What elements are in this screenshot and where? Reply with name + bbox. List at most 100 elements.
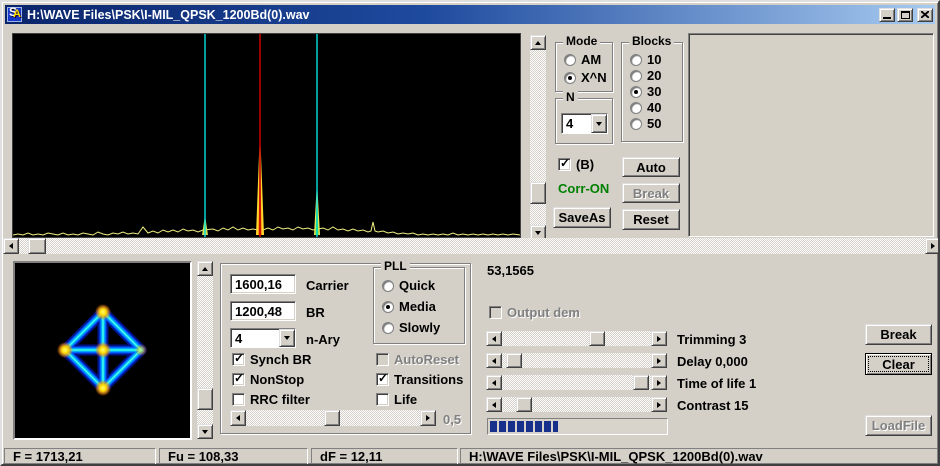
scroll-left-button[interactable] bbox=[3, 238, 19, 254]
clear-button[interactable]: Clear bbox=[865, 353, 932, 375]
scroll-up-button[interactable] bbox=[530, 35, 546, 50]
slider-thumb[interactable] bbox=[516, 397, 532, 412]
scroll-right-button[interactable] bbox=[925, 238, 938, 254]
checkbox-box[interactable]: ✓ bbox=[376, 393, 389, 406]
slider-track[interactable] bbox=[502, 353, 651, 368]
life-checkbox[interactable]: ✓ Life bbox=[376, 392, 417, 407]
scroll-up-button[interactable] bbox=[197, 261, 213, 276]
mode-group-label: Mode bbox=[563, 35, 601, 48]
scrollbar-thumb[interactable] bbox=[28, 238, 46, 254]
radio-icon[interactable] bbox=[564, 53, 576, 66]
radio-icon[interactable] bbox=[382, 279, 394, 292]
radio-icon[interactable] bbox=[630, 53, 642, 66]
auto-button[interactable]: Auto bbox=[622, 157, 680, 177]
slider-track[interactable] bbox=[502, 331, 651, 346]
status-bar: F = 1713,21 Fu = 108,33 dF = 12,11 H:\WA… bbox=[2, 445, 938, 464]
close-button[interactable] bbox=[917, 7, 933, 22]
slider-right-button[interactable] bbox=[651, 397, 667, 412]
radio-icon[interactable] bbox=[630, 69, 642, 82]
radio-icon[interactable] bbox=[630, 85, 642, 98]
slider-right-button[interactable] bbox=[651, 353, 667, 368]
transitions-checkbox[interactable]: ✓ Transitions bbox=[376, 371, 463, 387]
break-button[interactable]: Break bbox=[865, 324, 932, 345]
n-groupbox: N 4 bbox=[555, 91, 613, 144]
scrollbar-thumb[interactable] bbox=[197, 388, 213, 410]
checkbox-label: Output dem bbox=[507, 305, 580, 320]
slider-left-button[interactable] bbox=[486, 375, 502, 390]
checkbox-box[interactable]: ✓ bbox=[232, 393, 245, 406]
delay-slider[interactable] bbox=[486, 353, 667, 368]
checkbox-label: Synch BR bbox=[250, 352, 312, 367]
checkbox-box[interactable]: ✓ bbox=[232, 371, 245, 386]
pll-radio-quick[interactable]: Quick bbox=[382, 278, 435, 293]
n-combobox[interactable]: 4 bbox=[561, 113, 608, 134]
result-list-panel[interactable] bbox=[688, 33, 934, 237]
slider-left-button[interactable] bbox=[486, 397, 502, 412]
time-of-life-slider[interactable] bbox=[486, 375, 667, 390]
blocks-radio-40[interactable]: 40 bbox=[630, 100, 661, 115]
synch-br-checkbox[interactable]: ✓ Synch BR bbox=[232, 351, 312, 367]
scrollbar-track[interactable] bbox=[197, 276, 213, 424]
pll-radio-media[interactable]: Media bbox=[382, 299, 436, 314]
contrast-slider[interactable] bbox=[486, 397, 667, 412]
slider-thumb[interactable] bbox=[506, 353, 522, 368]
slider-left-button[interactable] bbox=[486, 331, 502, 346]
radio-icon[interactable] bbox=[564, 71, 576, 84]
carrier-input[interactable] bbox=[230, 274, 296, 294]
scrollbar-track[interactable] bbox=[530, 50, 546, 225]
b-checkbox[interactable]: ✓ (B) bbox=[558, 156, 594, 172]
arrow-up-icon bbox=[202, 266, 208, 271]
slider-right-button[interactable] bbox=[420, 410, 436, 426]
rrc-filter-checkbox[interactable]: ✓ RRC filter bbox=[232, 392, 310, 407]
checkbox-box[interactable]: ✓ bbox=[232, 351, 245, 366]
spectrum-display[interactable] bbox=[12, 33, 521, 238]
br-input[interactable] bbox=[230, 301, 296, 321]
nary-combobox-dropdown-button[interactable] bbox=[279, 329, 295, 347]
title-bar[interactable]: S A H:\WAVE Files\PSK\I-MIL_QPSK_1200Bd(… bbox=[5, 5, 935, 24]
maximize-button[interactable] bbox=[897, 7, 913, 22]
pll-radio-slowly[interactable]: Slowly bbox=[382, 320, 440, 335]
slider-thumb[interactable] bbox=[633, 375, 649, 390]
checkbox-box[interactable]: ✓ bbox=[376, 371, 389, 386]
slider-right-button[interactable] bbox=[651, 375, 667, 390]
nary-combobox[interactable]: 4 bbox=[230, 328, 296, 348]
minimize-button[interactable] bbox=[879, 7, 895, 22]
scroll-down-button[interactable] bbox=[197, 424, 213, 439]
scrollbar-track[interactable] bbox=[19, 238, 925, 254]
analysis-scrollbar[interactable] bbox=[530, 35, 546, 240]
blocks-radio-50[interactable]: 50 bbox=[630, 116, 661, 131]
blocks-radio-30[interactable]: 30 bbox=[630, 84, 661, 99]
radio-icon[interactable] bbox=[382, 300, 394, 313]
app-window: S A H:\WAVE Files\PSK\I-MIL_QPSK_1200Bd(… bbox=[0, 0, 940, 466]
saveas-button[interactable]: SaveAs bbox=[553, 207, 611, 228]
blocks-radio-20[interactable]: 20 bbox=[630, 68, 661, 83]
frequency-readout: 53,1565 bbox=[487, 263, 534, 278]
rrc-slider[interactable] bbox=[230, 410, 436, 426]
radio-icon[interactable] bbox=[630, 117, 642, 130]
scrollbar-thumb[interactable] bbox=[530, 182, 546, 204]
slider-left-button[interactable] bbox=[230, 410, 246, 426]
radio-label: Quick bbox=[399, 278, 436, 293]
checkbox-box[interactable]: ✓ bbox=[558, 156, 571, 171]
slider-track[interactable] bbox=[246, 410, 420, 426]
n-combobox-dropdown-button[interactable] bbox=[591, 114, 607, 133]
constellation-display[interactable] bbox=[13, 261, 192, 440]
slider-right-button[interactable] bbox=[651, 331, 667, 346]
nonstop-checkbox[interactable]: ✓ NonStop bbox=[232, 371, 304, 387]
constellation-scrollbar[interactable] bbox=[197, 261, 213, 439]
nary-label: n-Ary bbox=[306, 332, 340, 347]
reset-button[interactable]: Reset bbox=[622, 209, 680, 230]
slider-track[interactable] bbox=[502, 397, 651, 412]
slider-left-button[interactable] bbox=[486, 353, 502, 368]
mode-radio-am[interactable]: AM bbox=[564, 52, 601, 67]
slider-track[interactable] bbox=[502, 375, 651, 390]
mode-radio-xn[interactable]: X^N bbox=[564, 70, 607, 85]
trimming-slider[interactable] bbox=[486, 331, 667, 346]
radio-icon[interactable] bbox=[382, 321, 394, 334]
spectrum-scrollbar[interactable] bbox=[3, 238, 938, 254]
slider-thumb[interactable] bbox=[324, 410, 340, 426]
slider-thumb[interactable] bbox=[589, 331, 605, 346]
nary-combobox-value: 4 bbox=[235, 330, 243, 346]
radio-icon[interactable] bbox=[630, 101, 642, 114]
blocks-radio-10[interactable]: 10 bbox=[630, 52, 661, 67]
